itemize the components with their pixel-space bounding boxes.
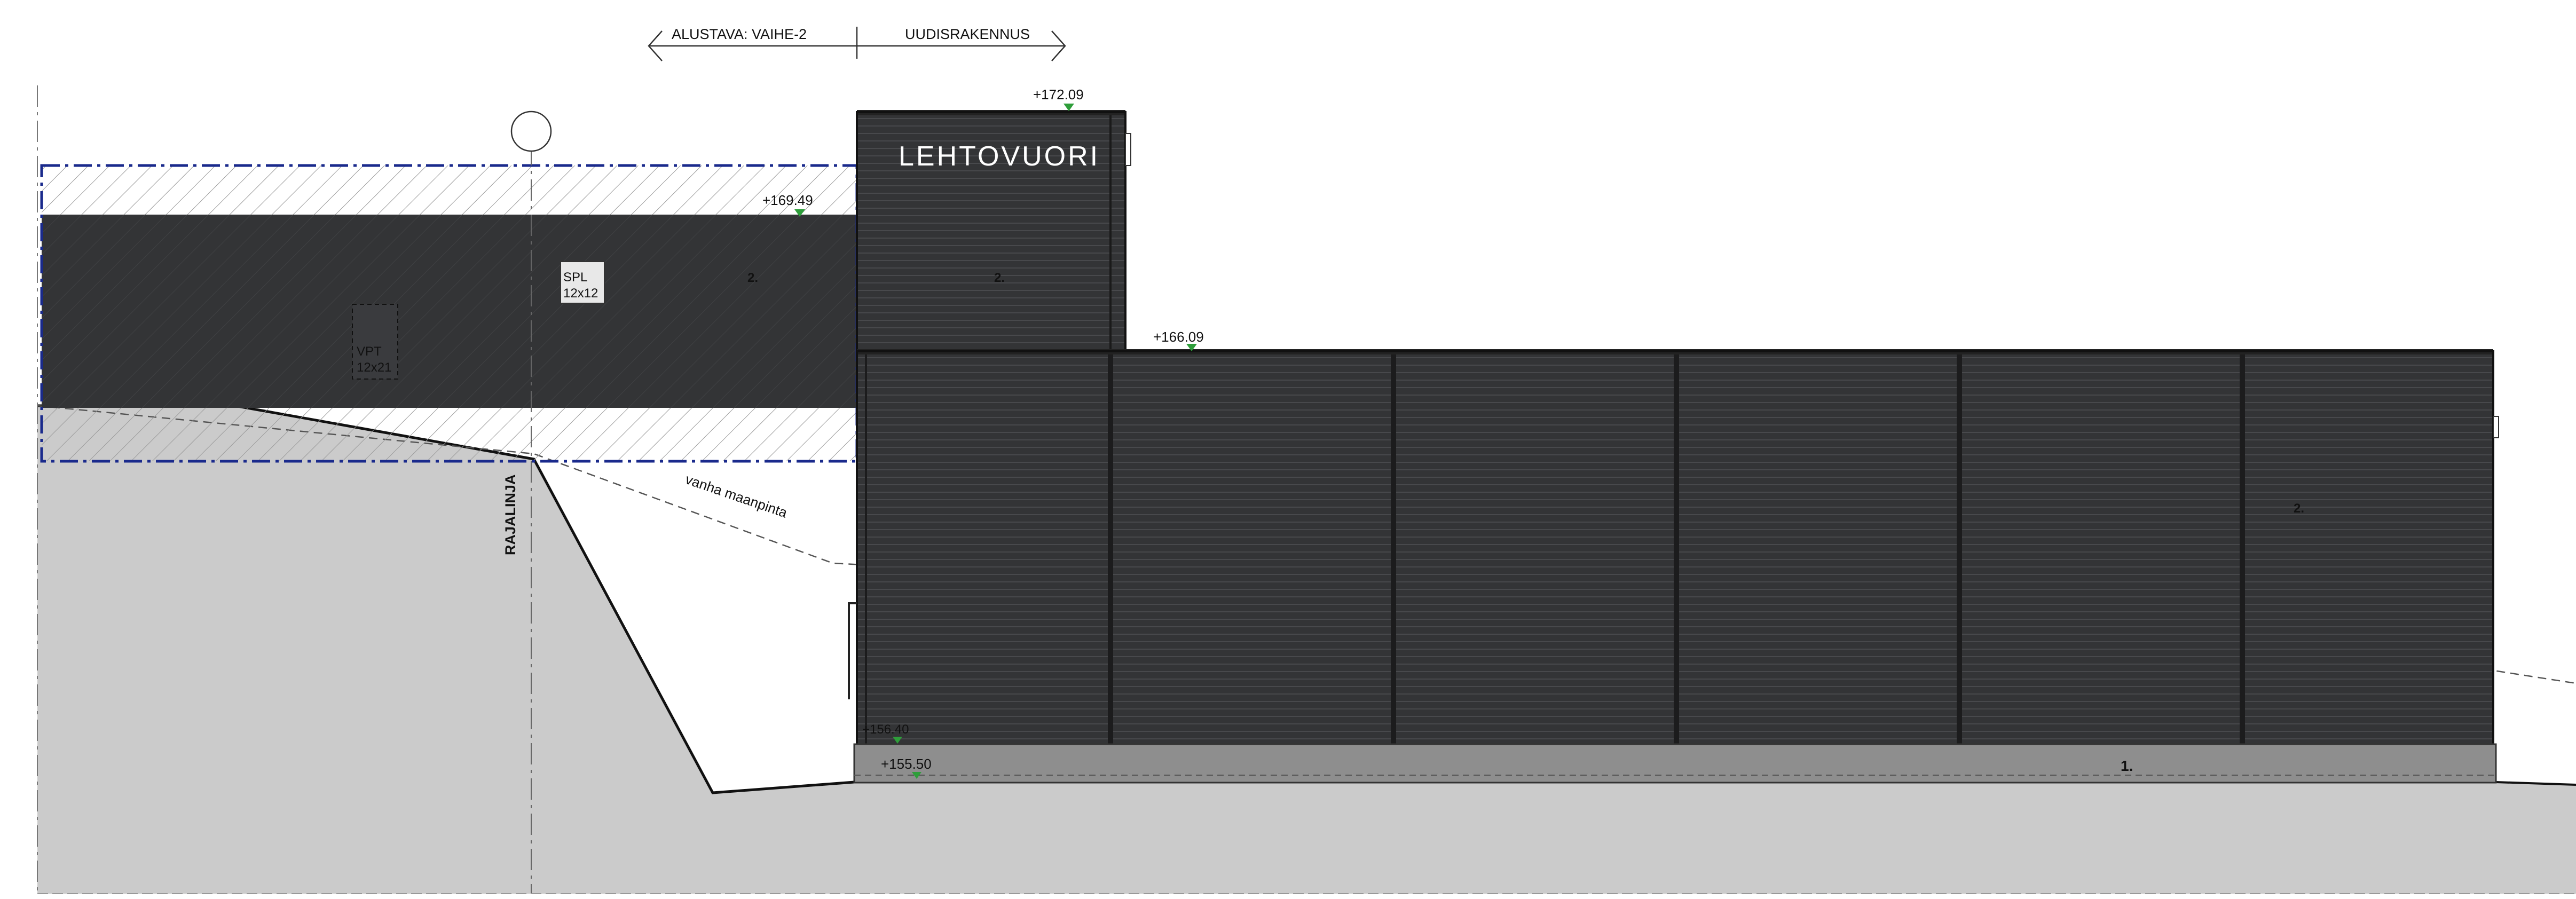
main-hall-volume: [856, 349, 2499, 747]
level-label-155: +155.50: [881, 756, 932, 772]
zone-marker-tower: 2.: [994, 271, 1005, 285]
spl-label-name: SPL: [563, 270, 587, 285]
foundation: [853, 743, 2497, 784]
railing: [848, 602, 857, 699]
zone-marker-hall: 2.: [2294, 501, 2304, 516]
boundary-label: RAJALINJA: [502, 474, 518, 555]
level-label-169: +169.49: [762, 192, 813, 208]
vpt-label-name: VPT: [357, 344, 382, 359]
spl-label-size: 12x12: [563, 286, 598, 301]
phase2-volume: [40, 164, 858, 463]
phase-label-left: ALUSTAVA: VAIHE-2: [672, 26, 807, 42]
old-ground-label: vanha maanpinta: [683, 471, 790, 521]
elevation-drawing: ALUSTAVA: VAIHE-2 UUDISRAKENNUS LEHTOVUO…: [37, 26, 2576, 894]
vpt-label-size: 12x21: [357, 360, 391, 375]
phase-label-right: UUDISRAKENNUS: [905, 26, 1030, 42]
level-label-156: +156.40: [862, 722, 909, 737]
zone-marker-foundation: 1.: [2121, 758, 2133, 774]
level-marker-172: [1064, 104, 1074, 111]
boundary-marker-circle: [510, 111, 552, 152]
level-label-172: +172.09: [1033, 86, 1084, 102]
zone-marker-phase2: 2.: [747, 271, 758, 285]
level-label-166: +166.09: [1153, 329, 1204, 345]
building-sign: LEHTOVUORI: [899, 141, 1100, 172]
